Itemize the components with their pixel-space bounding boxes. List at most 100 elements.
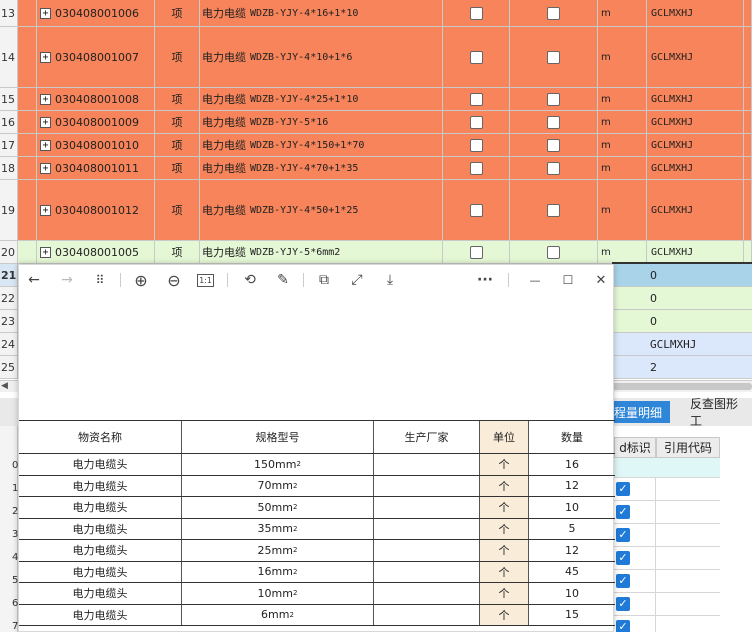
grid-row[interactable]: 16 +030408001009 项电力电缆 WDZB-YJY-5*16 m GCLMXH… bbox=[0, 111, 752, 134]
copy-icon[interactable]: ⧉ bbox=[314, 270, 334, 290]
maximize-icon[interactable]: ☐ bbox=[558, 270, 578, 290]
item-name-cell[interactable]: 电力电缆 WDZB-YJY-4*50+1*25 bbox=[200, 180, 443, 240]
row-number[interactable]: 15 bbox=[0, 88, 18, 110]
code-cell[interactable]: +030408001011 bbox=[37, 157, 155, 179]
tag-cell[interactable]: GCLMXHJ bbox=[647, 27, 744, 87]
grid-icon[interactable]: ⠿ bbox=[90, 270, 110, 290]
right-table-row[interactable]: ✓ bbox=[614, 593, 720, 616]
right-table-row[interactable]: ✓ bbox=[614, 524, 720, 547]
grid-row[interactable]: 19 +030408001012 项电力电缆 WDZB-YJY-4*50+1*25 m G… bbox=[0, 180, 752, 241]
tag-cell[interactable]: 2 bbox=[614, 356, 752, 379]
tag-cell[interactable]: 0 bbox=[612, 262, 752, 289]
grid-row[interactable]: 14 +030408001007 项电力电缆 WDZB-YJY-4*10+1*6 m GC… bbox=[0, 27, 752, 88]
checkbox[interactable] bbox=[469, 50, 483, 64]
tag-cell[interactable]: 0 bbox=[614, 310, 752, 333]
minimize-icon[interactable]: — bbox=[525, 270, 545, 290]
checkbox[interactable] bbox=[469, 203, 483, 217]
checkbox[interactable] bbox=[547, 115, 560, 129]
right-table-filter-row[interactable] bbox=[614, 458, 720, 478]
checkbox[interactable] bbox=[547, 50, 560, 64]
scrollbar-thumb[interactable] bbox=[612, 383, 752, 390]
expand-icon[interactable]: + bbox=[40, 204, 51, 216]
checked-checkbox-icon[interactable]: ✓ bbox=[616, 597, 630, 611]
item-name-cell[interactable]: 电力电缆 WDZB-YJY-4*10+1*6 bbox=[200, 27, 443, 87]
item-type[interactable]: 项 bbox=[155, 157, 200, 179]
expand-icon[interactable]: + bbox=[40, 246, 51, 258]
item-type[interactable]: 项 bbox=[155, 111, 200, 133]
column-header-ref-code[interactable]: 引用代码 bbox=[656, 437, 720, 458]
forward-icon[interactable]: → bbox=[57, 270, 77, 290]
zoom-in-icon[interactable]: ⊕ bbox=[131, 270, 151, 290]
checked-checkbox-icon[interactable]: ✓ bbox=[616, 482, 630, 496]
column-header-flag[interactable]: d标识 bbox=[614, 437, 656, 458]
item-type[interactable]: 项 bbox=[155, 180, 200, 240]
tag-cell[interactable]: GCLMXHJ bbox=[614, 333, 752, 356]
checked-checkbox-icon[interactable]: ✓ bbox=[616, 620, 630, 632]
item-type[interactable]: 项 bbox=[155, 27, 200, 87]
grid-row[interactable]: 13 +030408001006 项电力电缆 WDZB-YJY-4*16+1*10 m G… bbox=[0, 0, 752, 27]
code-cell[interactable]: +030408001006 bbox=[37, 0, 155, 26]
row-number[interactable]: 18 bbox=[0, 157, 18, 179]
grid-row[interactable]: 18 +030408001011 项电力电缆 WDZB-YJY-4*70+1*35 m G… bbox=[0, 157, 752, 180]
edit-icon[interactable]: ✎ bbox=[273, 270, 293, 290]
expand-icon[interactable]: + bbox=[40, 116, 51, 128]
checkbox[interactable] bbox=[469, 245, 483, 259]
tag-cell[interactable]: GCLMXHJ bbox=[647, 180, 744, 240]
right-table-row[interactable]: ✓ bbox=[614, 570, 720, 593]
item-type[interactable]: 项 bbox=[155, 134, 200, 156]
fit-icon[interactable]: ⤢ bbox=[347, 270, 367, 290]
code-cell[interactable]: +030408001008 bbox=[37, 88, 155, 110]
row-number[interactable]: 24 bbox=[0, 333, 18, 355]
row-number[interactable]: 13 bbox=[0, 0, 18, 26]
rotate-icon[interactable]: ⟲ bbox=[240, 270, 260, 290]
row-number[interactable]: 17 bbox=[0, 134, 18, 156]
tab-quantity-detail[interactable]: 程量明细 bbox=[606, 401, 671, 423]
expand-icon[interactable]: + bbox=[40, 162, 51, 174]
zoom-out-icon[interactable]: ⊖ bbox=[164, 270, 184, 290]
grid-row[interactable]: 15 +030408001008 项电力电缆 WDZB-YJY-4*25+1*10 m G… bbox=[0, 88, 752, 111]
tab-reverse-lookup[interactable]: 反查图形工 bbox=[682, 397, 752, 428]
grid-row[interactable]: 17 +030408001010 项电力电缆 WDZB-YJY-4*150+1*70 m… bbox=[0, 134, 752, 157]
actual-size-icon[interactable]: 1:1 bbox=[197, 274, 214, 287]
checked-checkbox-icon[interactable]: ✓ bbox=[616, 505, 630, 519]
item-name-cell[interactable]: 电力电缆 WDZB-YJY-4*16+1*10 bbox=[200, 0, 443, 26]
checked-checkbox-icon[interactable]: ✓ bbox=[616, 574, 630, 588]
item-name-cell[interactable]: 电力电缆 WDZB-YJY-5*16 bbox=[200, 111, 443, 133]
tag-cell[interactable]: GCLMXHJ bbox=[647, 0, 744, 26]
expand-icon[interactable]: + bbox=[40, 139, 51, 151]
row-number[interactable]: 14 bbox=[0, 27, 18, 87]
tag-cell[interactable]: 0 bbox=[614, 287, 752, 310]
row-number[interactable]: 25 bbox=[0, 356, 18, 378]
code-cell[interactable]: +030408001009 bbox=[37, 111, 155, 133]
checkbox[interactable] bbox=[469, 92, 483, 106]
expand-icon[interactable]: + bbox=[40, 51, 51, 63]
code-cell[interactable]: +030408001010 bbox=[37, 134, 155, 156]
right-table-row[interactable]: ✓ bbox=[614, 547, 720, 570]
checkbox[interactable] bbox=[469, 161, 483, 175]
item-name-cell[interactable]: 电力电缆 WDZB-YJY-4*70+1*35 bbox=[200, 157, 443, 179]
tag-cell[interactable]: GCLMXHJ bbox=[647, 111, 744, 133]
row-number[interactable]: 20 bbox=[0, 241, 18, 263]
tag-cell[interactable]: GCLMXHJ bbox=[647, 157, 744, 179]
checked-checkbox-icon[interactable]: ✓ bbox=[616, 551, 630, 565]
item-name-cell[interactable]: 电力电缆 WDZB-YJY-4*25+1*10 bbox=[200, 88, 443, 110]
grid-row[interactable]: 20 +030408001005 项电力电缆 WDZB-YJY-5*6mm2 m GCLM… bbox=[0, 241, 752, 264]
unit-cell[interactable]: m bbox=[598, 241, 647, 263]
item-name-cell[interactable]: 电力电缆 WDZB-YJY-5*6mm2 bbox=[200, 241, 443, 263]
checkbox[interactable] bbox=[547, 161, 560, 175]
unit-cell[interactable]: m bbox=[598, 134, 647, 156]
right-table-row[interactable]: ✓ bbox=[614, 616, 720, 632]
back-icon[interactable]: ← bbox=[24, 270, 44, 290]
more-icon[interactable]: ··· bbox=[475, 270, 495, 290]
checkbox[interactable] bbox=[547, 92, 560, 106]
close-icon[interactable]: ✕ bbox=[591, 270, 611, 290]
right-table-row[interactable]: ✓ bbox=[614, 501, 720, 524]
save-icon[interactable]: ⤓ bbox=[380, 270, 400, 290]
row-number[interactable]: 16 bbox=[0, 111, 18, 133]
item-type[interactable]: 项 bbox=[155, 241, 200, 263]
expand-icon[interactable]: + bbox=[40, 93, 51, 105]
checked-checkbox-icon[interactable]: ✓ bbox=[616, 528, 630, 542]
checkbox[interactable] bbox=[469, 138, 483, 152]
row-number[interactable]: 23 bbox=[0, 310, 18, 332]
unit-cell[interactable]: m bbox=[598, 88, 647, 110]
